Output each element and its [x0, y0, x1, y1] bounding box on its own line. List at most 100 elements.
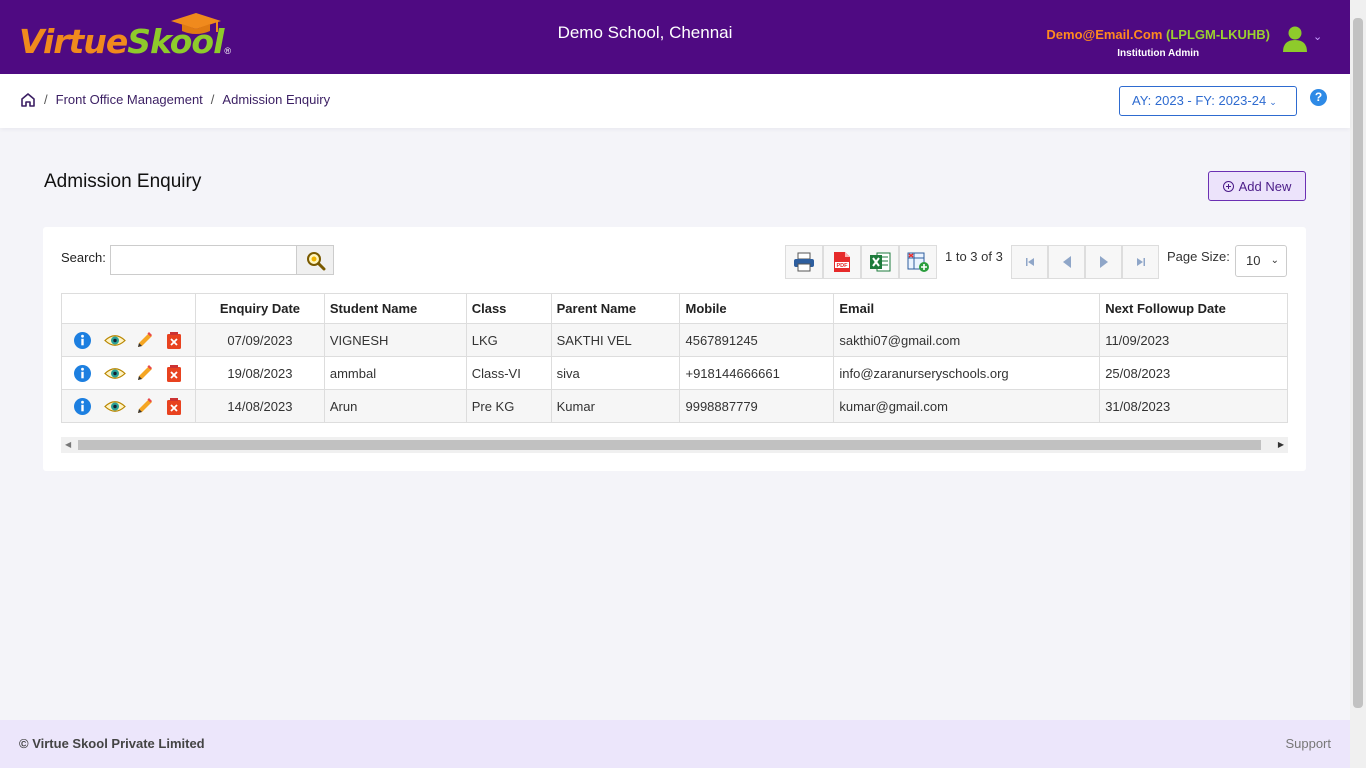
page-size-label: Page Size:	[1167, 249, 1230, 264]
row-actions-cell	[61, 323, 196, 357]
scroll-left-icon[interactable]: ◀	[65, 440, 71, 449]
cell-class: Pre KG	[465, 389, 552, 423]
vertical-scrollbar[interactable]	[1350, 0, 1366, 768]
user-menu-chevron-icon[interactable]: ⌄	[1313, 30, 1322, 43]
breadcrumb: / Front Office Management / Admission En…	[44, 92, 330, 107]
cell-email: info@zaranurseryschools.org	[833, 356, 1101, 390]
cell-parent-name: siva	[550, 356, 681, 390]
column-chooser-button[interactable]	[899, 245, 937, 279]
svg-text:PDF: PDF	[837, 263, 849, 269]
print-icon	[794, 252, 814, 272]
cell-enquiry-date: 14/08/2023	[194, 389, 325, 423]
user-info[interactable]: Demo@Email.Com (LPLGM-LKUHB) Institution…	[1046, 27, 1270, 59]
edit-icon[interactable]	[135, 364, 154, 383]
user-code: (LPLGM-LKUHB)	[1166, 27, 1270, 42]
table-header-row: Enquiry Date Student Name Class Parent N…	[61, 293, 1288, 324]
help-icon[interactable]: ?	[1310, 89, 1327, 106]
breadcrumb-separator: /	[210, 92, 215, 107]
cell-email: sakthi07@gmail.com	[833, 323, 1101, 357]
column-header-class[interactable]: Class	[465, 293, 552, 324]
vertical-scrollbar-thumb[interactable]	[1353, 18, 1363, 708]
delete-icon[interactable]	[166, 331, 185, 350]
info-icon[interactable]	[73, 364, 92, 383]
cell-student-name: VIGNESH	[323, 323, 467, 357]
breadcrumb-separator: /	[44, 92, 48, 107]
cell-email: kumar@gmail.com	[833, 389, 1101, 423]
horizontal-scrollbar-thumb[interactable]	[78, 440, 1261, 450]
cell-enquiry-date: 19/08/2023	[194, 356, 325, 390]
delete-icon[interactable]	[166, 364, 185, 383]
academic-year-select[interactable]: AY: 2023 - FY: 2023-24 ⌄	[1119, 86, 1297, 116]
footer: © Virtue Skool Private Limited Support	[0, 720, 1350, 768]
table-row[interactable]: 14/08/2023 Arun Pre KG Kumar 9998887779 kumar…	[61, 389, 1288, 423]
academic-year-value: AY: 2023 - FY: 2023-24	[1132, 93, 1267, 108]
last-page-button[interactable]	[1122, 245, 1159, 279]
add-new-label: Add New	[1238, 178, 1292, 194]
user-email-line: Demo@Email.Com (LPLGM-LKUHB)	[1046, 27, 1270, 42]
pdf-export-button[interactable]: PDF	[823, 245, 861, 279]
search-label: Search:	[61, 250, 106, 265]
column-header-next-followup[interactable]: Next Followup Date	[1099, 293, 1288, 324]
user-email: Demo@Email.Com	[1046, 27, 1163, 42]
export-columns-icon	[907, 252, 929, 272]
column-header-email[interactable]: Email	[833, 293, 1101, 324]
table-row[interactable]: 19/08/2023 ammbal Class-VI siva +91814466666…	[61, 356, 1288, 390]
cell-next-followup: 25/08/2023	[1099, 356, 1288, 390]
print-button[interactable]	[785, 245, 823, 279]
info-icon[interactable]	[73, 331, 92, 350]
cell-student-name: ammbal	[323, 356, 467, 390]
home-icon[interactable]	[20, 92, 36, 108]
column-header-enquiry-date[interactable]: Enquiry Date	[194, 293, 325, 324]
column-header-student-name[interactable]: Student Name	[323, 293, 467, 324]
avatar-icon[interactable]	[1282, 25, 1308, 53]
cell-mobile: 4567891245	[679, 323, 835, 357]
enquiry-table: Enquiry Date Student Name Class Parent N…	[61, 293, 1288, 423]
cell-mobile: 9998887779	[679, 389, 835, 423]
page-size-value: 10	[1246, 253, 1261, 268]
prev-page-button[interactable]	[1048, 245, 1085, 279]
first-page-icon	[1025, 258, 1034, 266]
chevron-down-icon: ⌄	[1269, 97, 1277, 107]
delete-icon[interactable]	[166, 397, 185, 416]
cell-next-followup: 31/08/2023	[1099, 389, 1288, 423]
page-title: Admission Enquiry	[44, 171, 202, 192]
view-icon[interactable]	[104, 364, 126, 383]
info-icon[interactable]	[73, 397, 92, 416]
chevron-down-icon: ⌄	[1270, 255, 1279, 266]
cell-enquiry-date: 07/09/2023	[194, 323, 325, 357]
prev-page-icon	[1062, 256, 1071, 268]
cell-parent-name: Kumar	[550, 389, 681, 423]
excel-icon	[870, 252, 891, 272]
view-icon[interactable]	[104, 331, 126, 350]
excel-export-button[interactable]	[861, 245, 899, 279]
scroll-right-icon[interactable]: ▶	[1278, 440, 1284, 449]
cell-student-name: Arun	[323, 389, 467, 423]
enquiry-grid-card: Search: PDF 1 to 3 of 3 Page Size: 10 ⌄ …	[43, 227, 1306, 471]
last-page-icon	[1136, 258, 1145, 266]
column-header-mobile[interactable]: Mobile	[679, 293, 835, 324]
search-input[interactable]	[110, 245, 298, 275]
edit-icon[interactable]	[135, 331, 154, 350]
cell-parent-name: SAKTHI VEL	[550, 323, 681, 357]
add-new-button[interactable]: Add New	[1208, 171, 1306, 201]
next-page-button[interactable]	[1085, 245, 1122, 279]
edit-icon[interactable]	[135, 397, 154, 416]
horizontal-scrollbar[interactable]: ◀ ▶	[61, 437, 1288, 453]
top-header: VirtueSkool ® Demo School, Chennai Demo@…	[0, 0, 1350, 74]
search-icon	[307, 252, 326, 271]
column-header-actions	[61, 293, 196, 324]
table-row[interactable]: 07/09/2023 VIGNESH LKG SAKTHI VEL 4567891245…	[61, 323, 1288, 357]
breadcrumb-front-office[interactable]: Front Office Management	[56, 92, 203, 107]
column-header-parent-name[interactable]: Parent Name	[550, 293, 681, 324]
cell-next-followup: 11/09/2023	[1099, 323, 1288, 357]
plus-circle-icon	[1222, 180, 1234, 192]
row-actions-cell	[61, 389, 196, 423]
search-button[interactable]	[296, 245, 334, 275]
cell-class: LKG	[465, 323, 552, 357]
first-page-button[interactable]	[1011, 245, 1048, 279]
page-size-select[interactable]: 10 ⌄	[1235, 245, 1287, 277]
cell-mobile: +918144666661	[679, 356, 835, 390]
logo-registered-mark: ®	[224, 46, 232, 56]
view-icon[interactable]	[104, 397, 126, 416]
support-link[interactable]: Support	[1285, 736, 1331, 751]
